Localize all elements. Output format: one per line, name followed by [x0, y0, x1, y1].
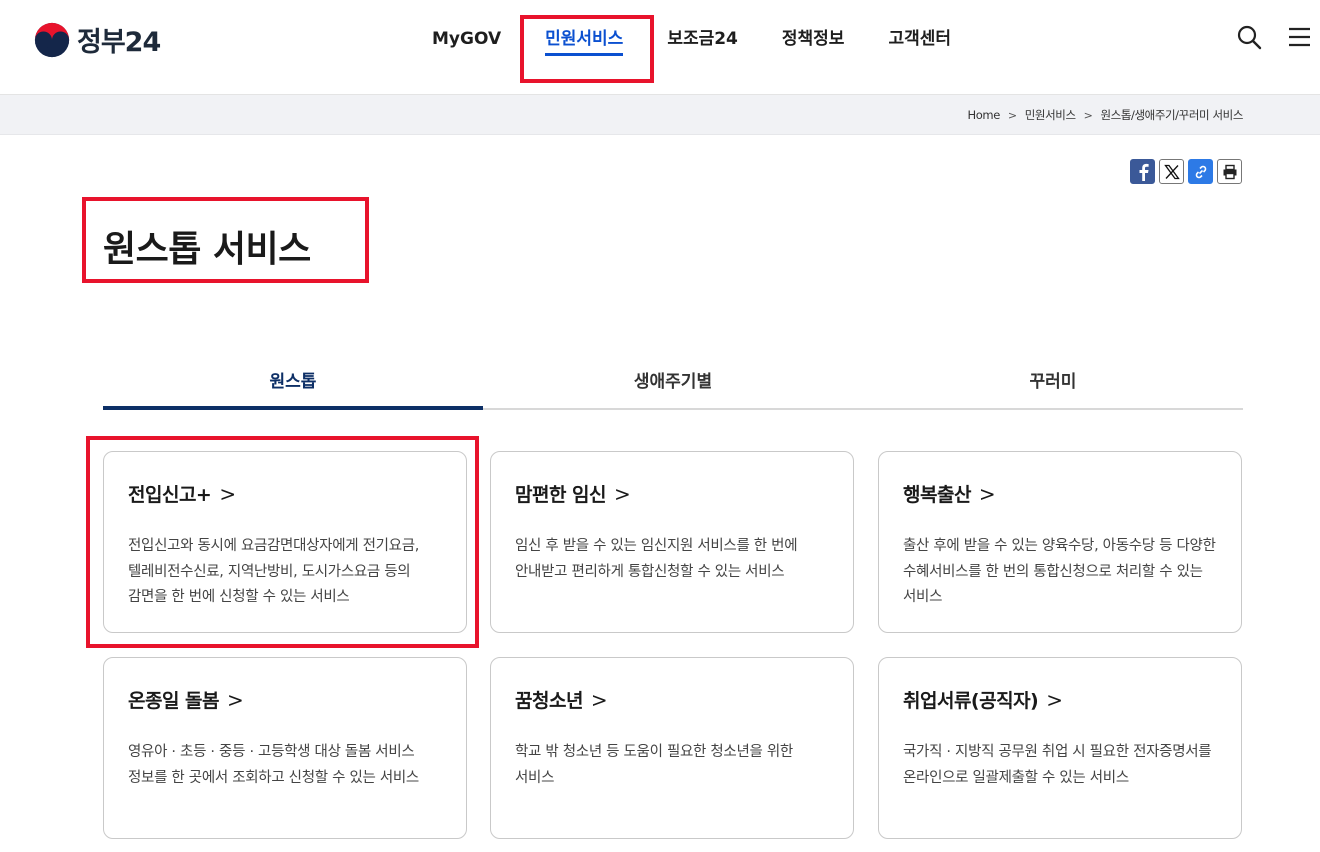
nav-customer-center[interactable]: 고객센터: [866, 26, 973, 52]
card-description: 국가직 · 지방직 공무원 취업 시 필요한 전자증명서를 온라인으로 일괄제출…: [903, 744, 1212, 786]
card-title-text: 맘편한 임신: [515, 484, 607, 506]
card-description: 전입신고와 동시에 요금감면대상자에게 전기요금, 텔레비전수신료, 지역난방비…: [128, 538, 420, 605]
nav-subsidy24[interactable]: 보조금24: [645, 26, 760, 52]
card-description: 출산 후에 받을 수 있는 양육수당, 아동수당 등 다양한 수혜서비스를 한 …: [903, 538, 1216, 605]
breadcrumb-current[interactable]: 원스톱/생애주기/꾸러미 서비스: [1100, 107, 1243, 123]
breadcrumb-bar: Home > 민원서비스 > 원스톱/생애주기/꾸러미 서비스: [0, 95, 1320, 135]
card-title-text: 전입신고+: [128, 484, 212, 506]
share-toolbar: [1130, 159, 1242, 184]
nav-policy-info[interactable]: 정책정보: [760, 26, 867, 52]
page-title: 원스톱 서비스: [103, 229, 311, 270]
facebook-share-button[interactable]: [1130, 159, 1155, 184]
nav-civil-services-label: 민원서비스: [545, 29, 624, 56]
nav-mygov[interactable]: MyGOV: [410, 26, 523, 52]
service-card-employment-docs[interactable]: 취업서류(공직자) > 국가직 · 지방직 공무원 취업 시 필요한 전자증명서를…: [878, 657, 1242, 839]
chevron-right-icon: >: [227, 687, 244, 712]
site-logo[interactable]: 정부24: [33, 20, 161, 59]
nav-civil-services[interactable]: 민원서비스: [523, 26, 645, 56]
chevron-right-icon: >: [1046, 687, 1063, 712]
link-icon: [1195, 165, 1206, 178]
chevron-right-icon: >: [614, 481, 631, 506]
card-title-text: 꿈청소년: [515, 690, 583, 712]
breadcrumb-home[interactable]: Home: [968, 108, 1001, 122]
card-title: 취업서류(공직자) >: [903, 686, 1217, 713]
chevron-right-icon: >: [1007, 108, 1017, 122]
global-nav: MyGOV 민원서비스 보조금24 정책정보 고객센터: [410, 26, 973, 56]
card-description: 영유아 · 초등 · 중등 · 고등학생 대상 돌봄 서비스 정보를 한 곳에서…: [128, 744, 419, 786]
x-share-button[interactable]: [1159, 159, 1184, 184]
search-icon[interactable]: [1236, 24, 1262, 50]
service-card-childbirth[interactable]: 행복출산 > 출산 후에 받을 수 있는 양육수당, 아동수당 등 다양한 수혜서…: [878, 451, 1242, 633]
taegeuk-logo-icon: [34, 22, 70, 57]
card-title: 행복출산 >: [903, 480, 1217, 507]
header-icons: [1236, 24, 1312, 50]
menu-icon[interactable]: [1286, 24, 1312, 50]
chevron-right-icon: >: [590, 687, 608, 712]
card-title: 꿈청소년 >: [515, 686, 829, 713]
site-header: 정부24 MyGOV 민원서비스 보조금24 정책정보 고객센터: [0, 0, 1320, 95]
service-card-pregnancy[interactable]: 맘편한 임신 > 임신 후 받을 수 있는 임신지원 서비스를 한 번에 안내받고…: [490, 451, 854, 633]
breadcrumb: Home > 민원서비스 > 원스톱/생애주기/꾸러미 서비스: [968, 107, 1244, 123]
card-title-text: 행복출산: [903, 484, 971, 506]
service-card-youth[interactable]: 꿈청소년 > 학교 밖 청소년 등 도움이 필요한 청소년을 위한 서비스: [490, 657, 854, 839]
print-button[interactable]: [1217, 159, 1242, 184]
tab-life-cycle[interactable]: 생애주기별: [483, 360, 863, 408]
card-title-text: 취업서류(공직자): [903, 690, 1039, 712]
card-description: 임신 후 받을 수 있는 임신지원 서비스를 한 번에 안내받고 편리하게 통합…: [515, 538, 798, 580]
service-card-all-day-care[interactable]: 온종일 돌봄 > 영유아 · 초등 · 중등 · 고등학생 대상 돌봄 서비스 정…: [103, 657, 467, 839]
facebook-icon: [1139, 163, 1149, 181]
tab-one-stop[interactable]: 원스톱: [103, 360, 483, 410]
breadcrumb-civil-services[interactable]: 민원서비스: [1025, 107, 1076, 123]
service-card-move-in-report[interactable]: 전입신고+ > 전입신고와 동시에 요금감면대상자에게 전기요금, 텔레비전수신료…: [103, 451, 467, 633]
printer-icon: [1223, 164, 1236, 179]
chevron-right-icon: >: [1083, 108, 1093, 122]
card-title-text: 온종일 돌봄: [128, 690, 220, 712]
tab-bundle[interactable]: 꾸러미: [863, 360, 1243, 408]
card-description: 학교 밖 청소년 등 도움이 필요한 청소년을 위한 서비스: [515, 744, 793, 786]
service-tabs: 원스톱 생애주기별 꾸러미: [103, 360, 1243, 410]
card-title: 전입신고+ >: [128, 480, 442, 507]
chevron-right-icon: >: [219, 481, 236, 506]
card-title: 맘편한 임신 >: [515, 480, 829, 507]
copy-link-button[interactable]: [1188, 159, 1213, 184]
chevron-right-icon: >: [978, 481, 996, 506]
x-logo-icon: [1163, 164, 1180, 179]
logo-text: 정부24: [77, 27, 161, 58]
card-title: 온종일 돌봄 >: [128, 686, 442, 713]
